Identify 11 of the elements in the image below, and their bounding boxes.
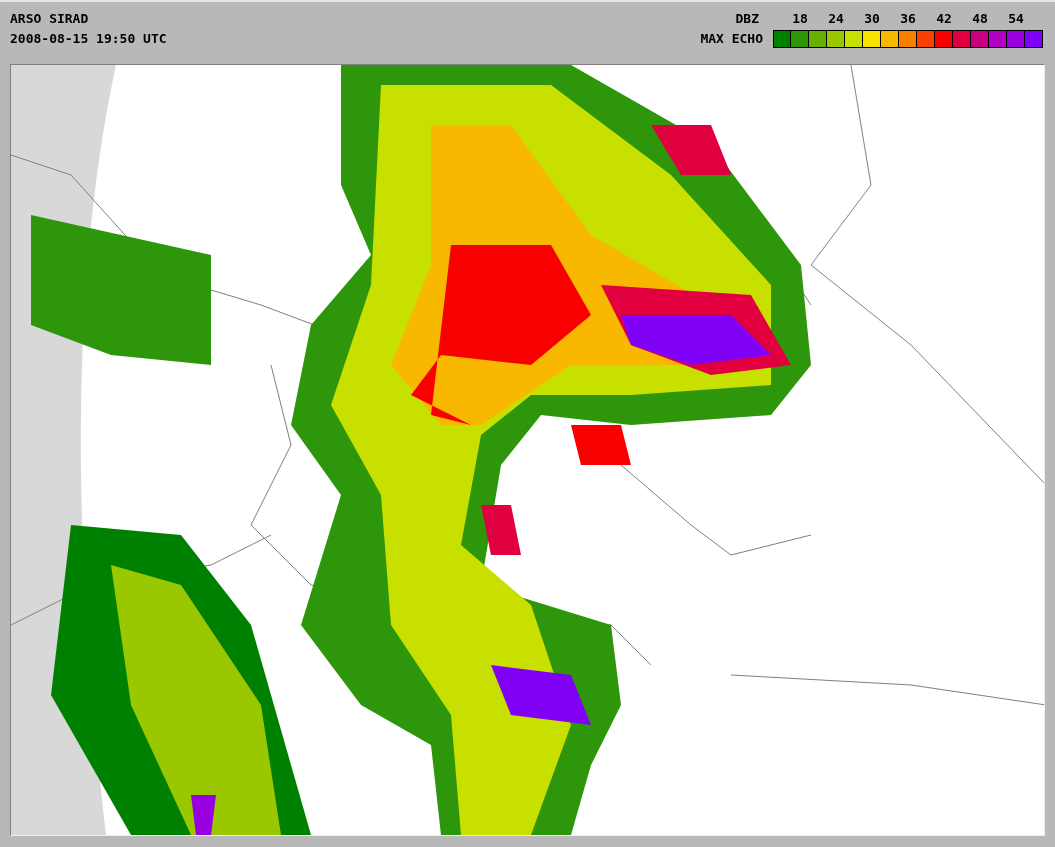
scale-label: 24 <box>828 11 844 27</box>
scale-label: 54 <box>1008 11 1024 27</box>
scale-label: 42 <box>936 11 952 27</box>
legend-label: MAX ECHO <box>700 30 764 48</box>
scale-label: 48 <box>972 11 988 27</box>
scale-label: 30 <box>864 11 880 27</box>
timestamp: 2008-08-15 19:50 UTC <box>10 31 167 47</box>
unit-label: DBZ <box>735 11 760 27</box>
scale-label: 18 <box>792 11 808 27</box>
scale-label: 36 <box>900 11 916 27</box>
product-title: ARSO SIRAD <box>10 11 90 27</box>
